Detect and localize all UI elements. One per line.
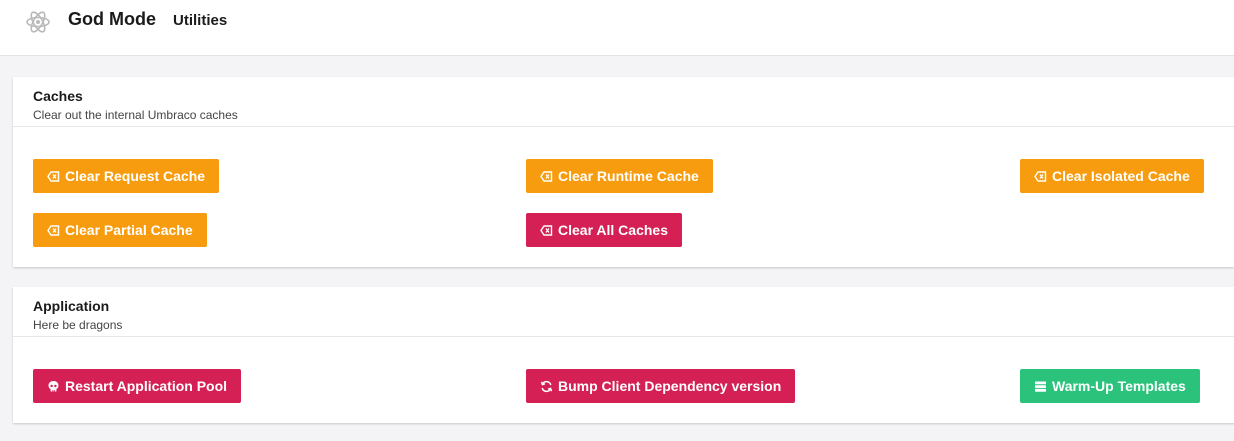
caches-panel-description: Clear out the internal Umbraco caches <box>33 108 238 122</box>
restart-application-pool-button[interactable]: Restart Application Pool <box>33 369 242 403</box>
bump-client-dependency-button[interactable]: Bump Client Dependency version <box>526 369 796 403</box>
clear-isolated-cache-button[interactable]: Clear Isolated Cache <box>1020 159 1204 193</box>
application-panel-header: Application Here be dragons <box>13 287 1234 337</box>
eraser-icon <box>47 224 60 236</box>
clear-request-cache-label: Clear Request Cache <box>65 168 206 184</box>
eraser-icon <box>1034 170 1047 182</box>
clear-runtime-cache-button[interactable]: Clear Runtime Cache <box>526 159 713 193</box>
application-panel-description: Here be dragons <box>33 318 123 332</box>
top-bar: God Mode Utilities <box>0 0 1234 56</box>
page-title: God Mode <box>68 9 156 29</box>
eraser-icon <box>540 224 553 236</box>
atom-icon <box>26 11 50 33</box>
clear-all-caches-button[interactable]: Clear All Caches <box>526 213 682 247</box>
refresh-icon <box>540 380 553 392</box>
clear-request-cache-button[interactable]: Clear Request Cache <box>33 159 220 193</box>
page-subtitle: Utilities <box>173 12 228 29</box>
restart-application-pool-label: Restart Application Pool <box>65 378 228 394</box>
caches-panel: Caches Clear out the internal Umbraco ca… <box>13 77 1234 267</box>
clear-partial-cache-label: Clear Partial Cache <box>65 222 193 238</box>
caches-panel-header: Caches Clear out the internal Umbraco ca… <box>13 77 1234 127</box>
skull-icon <box>48 380 59 391</box>
bump-client-dependency-label: Bump Client Dependency version <box>558 378 782 394</box>
clear-runtime-cache-label: Clear Runtime Cache <box>558 168 699 184</box>
clear-all-caches-label: Clear All Caches <box>558 222 668 238</box>
warm-up-templates-label: Warm-Up Templates <box>1052 378 1186 394</box>
warm-up-templates-button[interactable]: Warm-Up Templates <box>1020 369 1200 403</box>
clear-isolated-cache-label: Clear Isolated Cache <box>1052 168 1190 184</box>
caches-panel-title: Caches <box>33 88 83 104</box>
clear-partial-cache-button[interactable]: Clear Partial Cache <box>33 213 207 247</box>
application-panel: Application Here be dragons Restart Appl… <box>13 287 1234 423</box>
server-icon <box>1035 381 1046 392</box>
application-panel-title: Application <box>33 298 110 314</box>
eraser-icon <box>540 170 553 182</box>
eraser-icon <box>47 170 60 182</box>
